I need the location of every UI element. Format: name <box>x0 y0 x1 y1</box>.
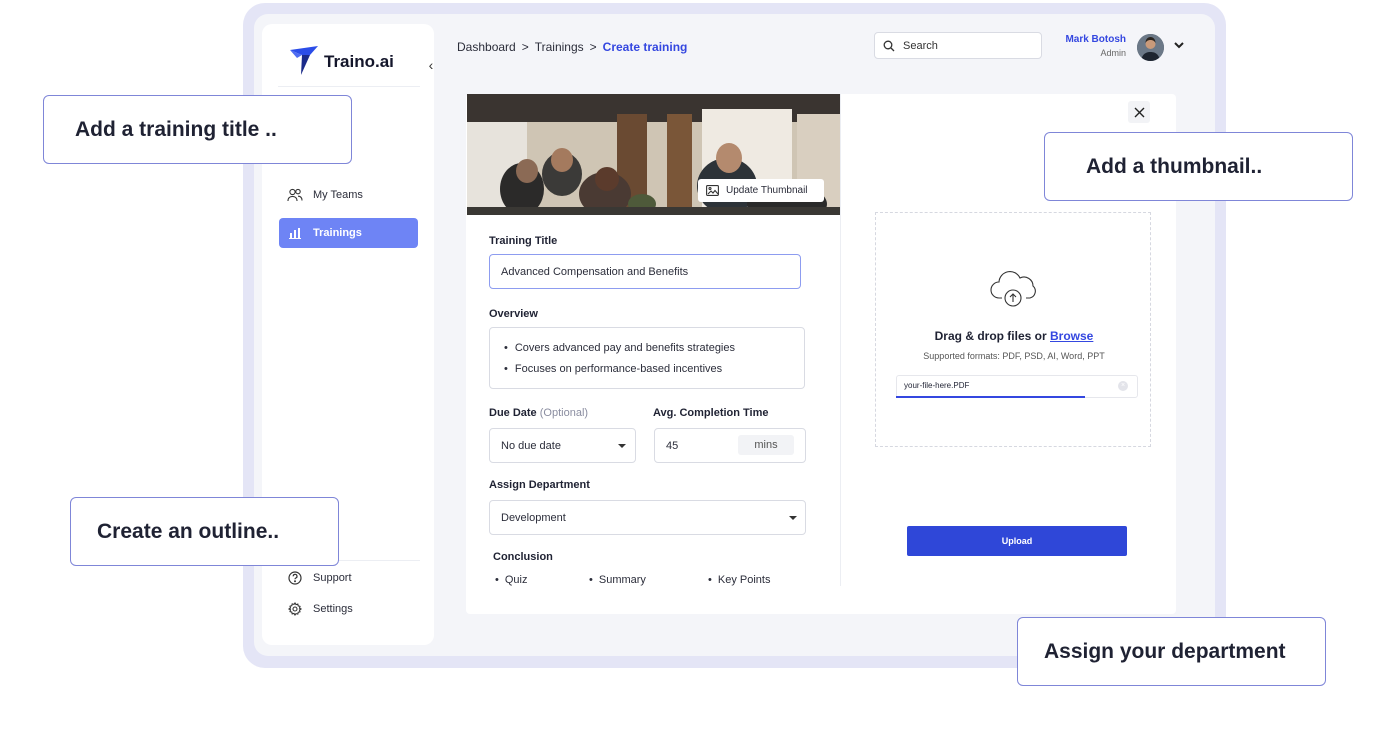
breadcrumb-separator: > <box>521 40 529 54</box>
gear-icon <box>287 601 303 617</box>
callout-department: Assign your department <box>1017 617 1326 686</box>
conclusion-item-quiz[interactable]: Quiz <box>495 574 528 586</box>
chevron-down-icon[interactable] <box>1172 38 1186 52</box>
due-date-value: No due date <box>501 439 561 452</box>
sidebar-item-label: My Teams <box>313 189 363 201</box>
sidebar-item-label: Settings <box>313 603 353 615</box>
overview-item: Covers advanced pay and benefits strateg… <box>504 338 804 359</box>
upload-progress-bar <box>896 396 1085 398</box>
optional-hint: (Optional) <box>539 407 589 419</box>
divider <box>278 86 420 87</box>
help-icon <box>287 570 303 586</box>
sidebar-item-label: Support <box>313 572 352 584</box>
bar-chart-icon <box>287 225 303 241</box>
logo-text: Traino.ai <box>324 52 394 71</box>
uploaded-file-row: your-file-here.PDF <box>896 375 1138 398</box>
callout-thumbnail: Add a thumbnail.. <box>1044 132 1353 201</box>
training-title-value: Advanced Compensation and Benefits <box>501 265 689 278</box>
sidebar-item-label: Trainings <box>313 227 362 239</box>
search-icon <box>883 40 895 51</box>
user-info[interactable]: Mark Botosh Admin <box>1040 34 1126 58</box>
drag-drop-label: Drag & drop files or <box>934 329 1047 343</box>
breadcrumb-dashboard[interactable]: Dashboard <box>457 40 516 54</box>
user-name: Mark Botosh <box>1065 34 1126 45</box>
training-title-label: Training Title <box>489 235 558 247</box>
callout-outline: Create an outline.. <box>70 497 339 566</box>
conclusion-label: Conclusion <box>493 551 553 563</box>
breadcrumb-trainings[interactable]: Trainings <box>535 40 584 54</box>
avatar[interactable] <box>1137 34 1164 61</box>
user-role: Admin <box>1100 48 1126 58</box>
due-date-label-text: Due Date <box>489 407 537 419</box>
supported-formats: Supported formats: PDF, PSD, AI, Word, P… <box>923 351 1105 361</box>
department-select[interactable]: Development <box>489 500 806 535</box>
avg-completion-value: 45 <box>666 439 679 452</box>
upload-button[interactable]: Upload <box>907 526 1127 556</box>
due-date-select[interactable]: No due date <box>489 428 636 463</box>
caret-down-icon <box>618 444 626 448</box>
close-button[interactable] <box>1128 101 1150 123</box>
sidebar-item-my-teams[interactable]: My Teams <box>279 180 418 210</box>
caret-down-icon <box>789 516 797 520</box>
due-date-label: Due Date (Optional) <box>489 407 588 419</box>
logo[interactable]: Traino.ai <box>288 44 394 76</box>
training-title-input[interactable]: Advanced Compensation and Benefits <box>489 254 801 289</box>
avg-completion-label: Avg. Completion Time <box>653 407 769 419</box>
sidebar-item-settings[interactable]: Settings <box>279 594 418 624</box>
close-icon <box>1134 107 1144 117</box>
department-value: Development <box>501 511 566 524</box>
collapse-sidebar-button[interactable]: ‹ <box>422 55 440 75</box>
overview-textarea[interactable]: Covers advanced pay and benefits strateg… <box>489 327 805 389</box>
teams-icon <box>287 187 303 203</box>
conclusion-item-summary[interactable]: Summary <box>589 574 646 586</box>
logo-icon <box>288 44 320 76</box>
divider <box>840 94 841 586</box>
cloud-upload-icon <box>990 271 1036 307</box>
overview-item: Focuses on performance-based incentives <box>504 359 804 380</box>
update-thumbnail-label: Update Thumbnail <box>726 185 808 196</box>
assign-department-label: Assign Department <box>489 479 590 491</box>
sidebar-item-trainings[interactable]: Trainings <box>279 218 418 248</box>
overview-label: Overview <box>489 308 538 320</box>
search-input[interactable]: Search <box>874 32 1042 59</box>
breadcrumb: Dashboard > Trainings > Create training <box>457 40 687 54</box>
drag-drop-text: Drag & drop files or Browse <box>876 329 1152 343</box>
file-name: your-file-here.PDF <box>904 381 970 390</box>
mins-unit: mins <box>738 435 794 455</box>
image-icon <box>706 185 719 196</box>
clear-file-icon[interactable]: × <box>1118 381 1128 391</box>
sidebar-item-support[interactable]: Support <box>279 563 418 593</box>
breadcrumb-separator: > <box>589 40 597 54</box>
browse-link[interactable]: Browse <box>1050 329 1093 343</box>
conclusion-item-key-points[interactable]: Key Points <box>708 574 771 586</box>
update-thumbnail-button[interactable]: Update Thumbnail <box>698 179 824 202</box>
callout-training-title: Add a training title .. <box>43 95 352 164</box>
search-placeholder: Search <box>903 39 938 52</box>
breadcrumb-current: Create training <box>602 40 688 54</box>
